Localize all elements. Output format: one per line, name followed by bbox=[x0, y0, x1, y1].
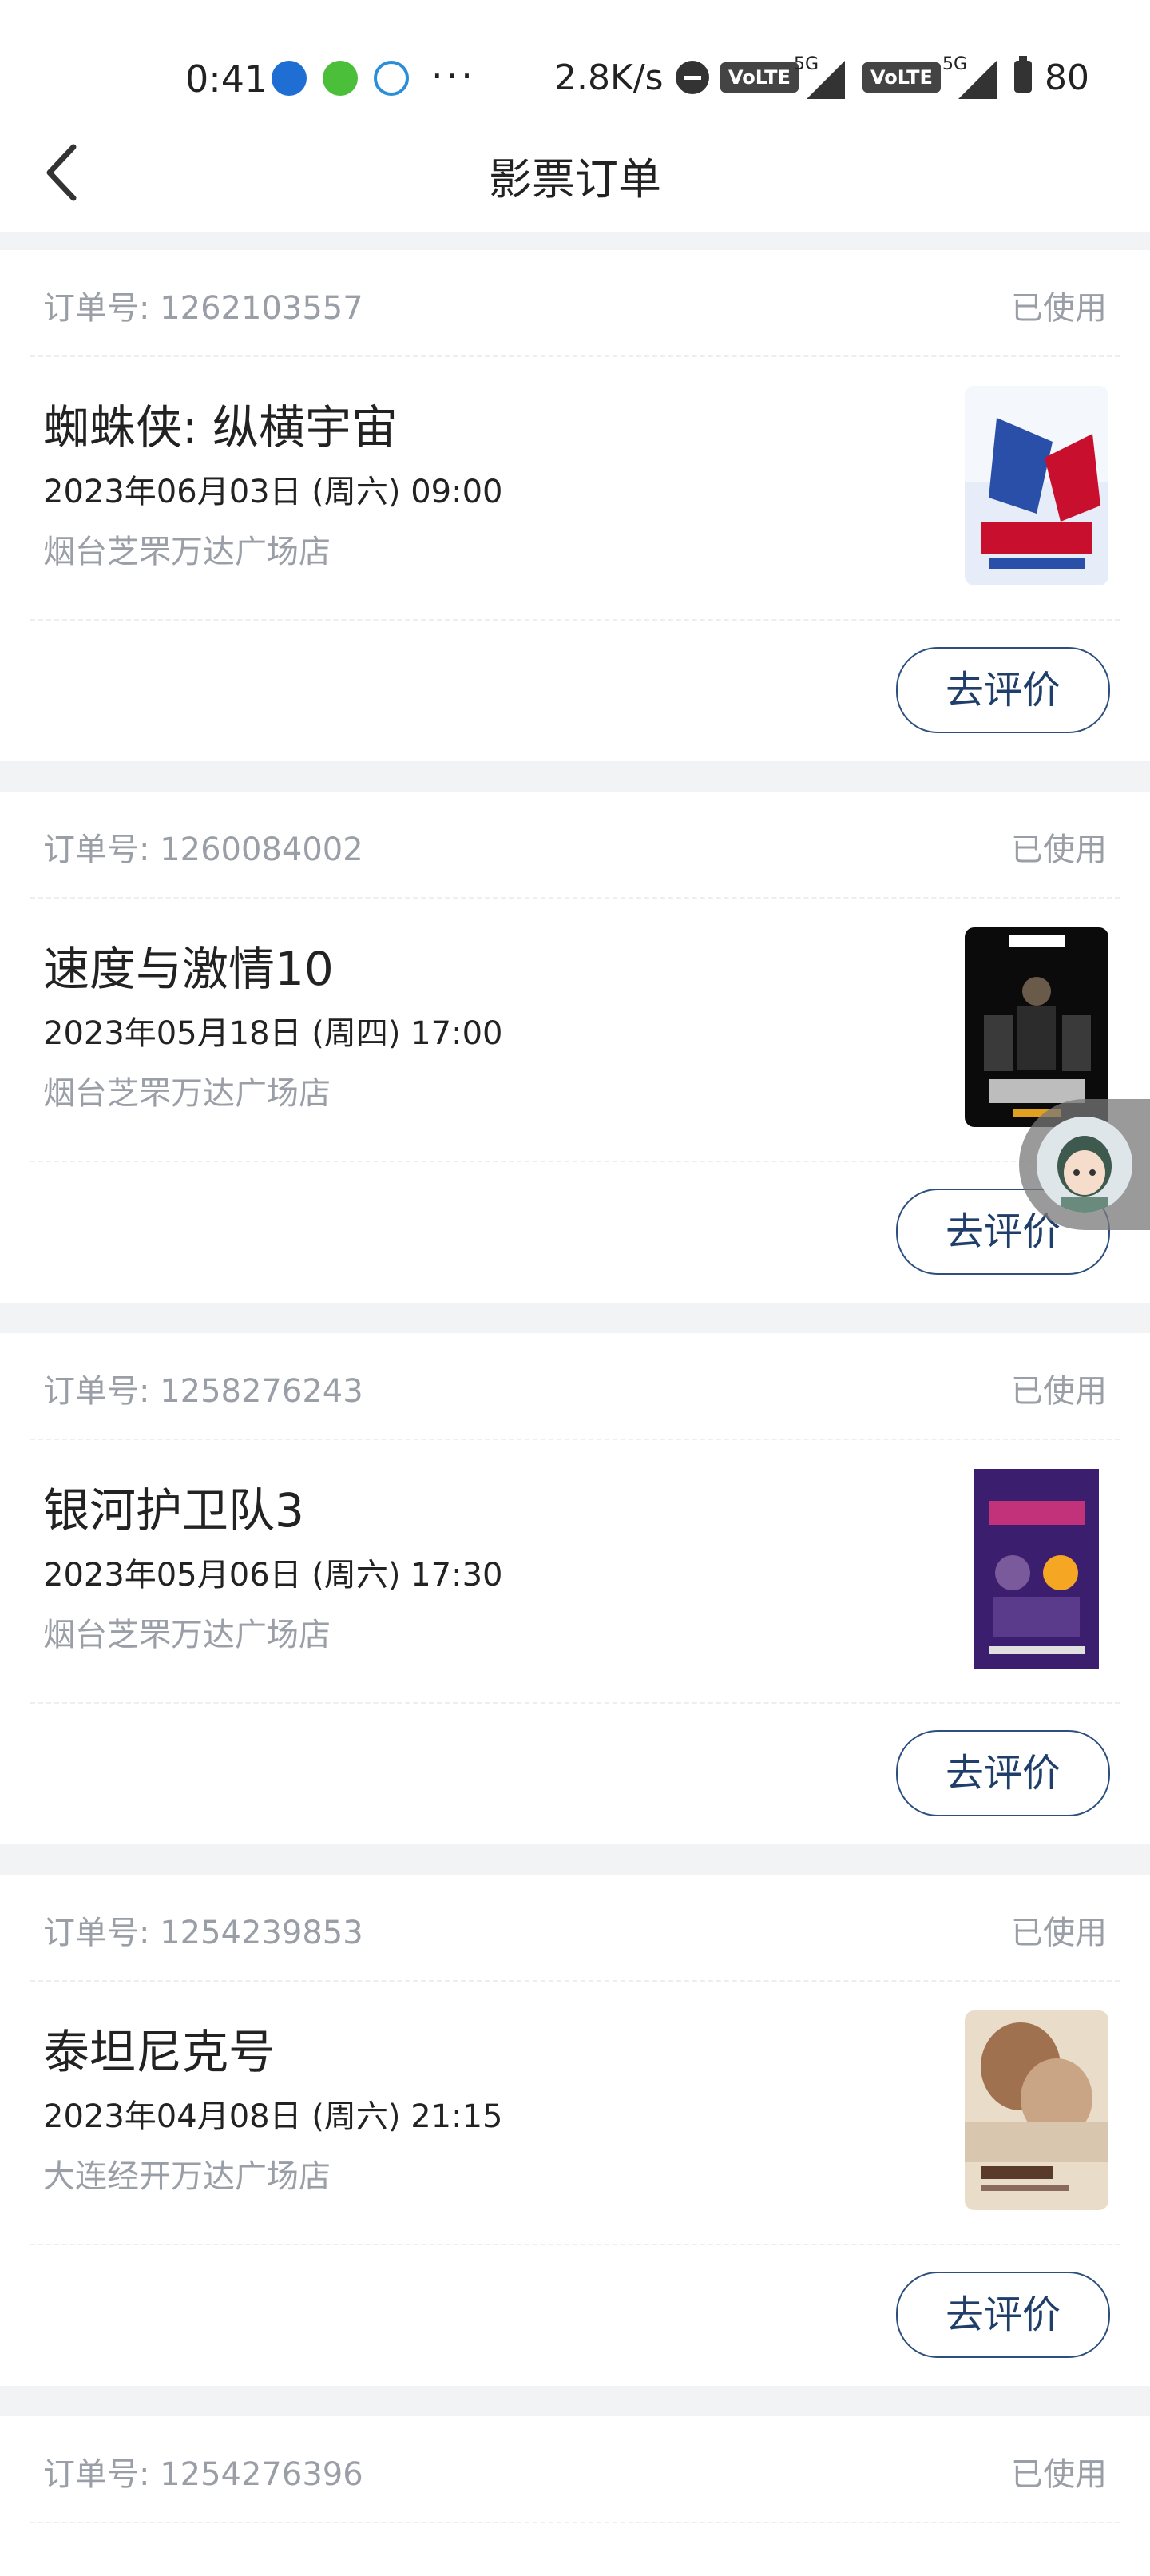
movie-poster bbox=[965, 386, 1108, 585]
shield-app-icon bbox=[272, 61, 307, 96]
cinema-name: 烟台芝罘万达广场店 bbox=[43, 534, 331, 570]
assistant-avatar-icon bbox=[1037, 1117, 1132, 1213]
page-title: 影票订单 bbox=[489, 154, 661, 204]
movie-poster bbox=[965, 2010, 1108, 2210]
order-status: 已使用 bbox=[1011, 1915, 1107, 1951]
order-card[interactable]: 订单号: 1260084002 已使用 速度与激情10 2023年05月18日 … bbox=[0, 792, 1150, 1303]
divider bbox=[30, 2522, 1120, 2523]
network-speed: 2.8K/s bbox=[554, 58, 664, 98]
order-list: 订单号: 1262103557 已使用 蜘蛛侠: 纵横宇宙 2023年06月03… bbox=[0, 250, 1150, 2576]
order-number: 订单号: 1254239853 bbox=[43, 1915, 363, 1951]
divider bbox=[30, 1439, 1120, 1440]
floating-assistant-button[interactable] bbox=[1019, 1099, 1150, 1230]
order-card[interactable]: 订单号: 1254239853 已使用 泰坦尼克号 2023年04月08日 (周… bbox=[0, 1875, 1150, 2386]
divider bbox=[30, 619, 1120, 621]
volte-badge: VoLTE bbox=[720, 62, 799, 93]
order-card[interactable]: 订单号: 1258276243 已使用 银河护卫队3 2023年05月06日 (… bbox=[0, 1333, 1150, 1844]
divider bbox=[30, 2244, 1120, 2245]
movie-poster bbox=[965, 927, 1108, 1127]
showtime: 2023年06月03日 (周六) 09:00 bbox=[43, 474, 503, 510]
top-nav-bar: 影票订单 bbox=[0, 112, 1150, 232]
order-status: 已使用 bbox=[1011, 2456, 1107, 2493]
write-review-button[interactable]: 去评价 bbox=[896, 2272, 1110, 2358]
showtime: 2023年04月08日 (周六) 21:15 bbox=[43, 2098, 503, 2135]
order-header: 订单号: 1254239853 已使用 bbox=[43, 1907, 1107, 1963]
movie-poster bbox=[965, 1469, 1108, 1669]
order-number: 订单号: 1260084002 bbox=[43, 832, 363, 868]
browser-icon bbox=[374, 61, 409, 96]
divider bbox=[30, 355, 1120, 357]
movie-title: 蜘蛛侠: 纵横宇宙 bbox=[43, 400, 398, 454]
order-header: 订单号: 1262103557 已使用 bbox=[43, 282, 1107, 338]
volte-badge: VoLTE bbox=[862, 62, 941, 93]
movie-title: 泰坦尼克号 bbox=[43, 2025, 276, 2079]
battery-icon bbox=[1014, 56, 1032, 93]
signal-icon bbox=[807, 61, 845, 99]
order-card[interactable]: 订单号: 1254276396 已使用 bbox=[0, 2416, 1150, 2576]
wechat-icon bbox=[323, 61, 358, 96]
write-review-button[interactable]: 去评价 bbox=[896, 647, 1110, 733]
order-status: 已使用 bbox=[1011, 832, 1107, 868]
cinema-name: 烟台芝罘万达广场店 bbox=[43, 1075, 331, 1112]
order-header: 订单号: 1254276396 已使用 bbox=[43, 2448, 1107, 2504]
battery-level: 80 bbox=[1045, 58, 1089, 98]
showtime: 2023年05月06日 (周六) 17:30 bbox=[43, 1557, 503, 1594]
signal-icon bbox=[958, 61, 997, 99]
cinema-name: 烟台芝罘万达广场店 bbox=[43, 1617, 331, 1653]
order-header: 订单号: 1260084002 已使用 bbox=[43, 824, 1107, 879]
showtime: 2023年05月18日 (周四) 17:00 bbox=[43, 1015, 503, 1052]
movie-title: 速度与激情10 bbox=[43, 942, 334, 996]
order-status: 已使用 bbox=[1011, 290, 1107, 327]
order-number: 订单号: 1254276396 bbox=[43, 2456, 363, 2493]
write-review-button[interactable]: 去评价 bbox=[896, 1730, 1110, 1816]
movie-title: 银河护卫队3 bbox=[43, 1483, 304, 1538]
divider bbox=[30, 1161, 1120, 1162]
order-header: 订单号: 1258276243 已使用 bbox=[43, 1365, 1107, 1421]
divider bbox=[30, 1980, 1120, 1982]
order-status: 已使用 bbox=[1011, 1373, 1107, 1410]
more-notifications-icon: ··· bbox=[431, 54, 476, 97]
status-time: 0:41 bbox=[185, 58, 268, 101]
divider bbox=[30, 897, 1120, 899]
do-not-disturb-icon bbox=[676, 61, 709, 94]
order-number: 订单号: 1262103557 bbox=[43, 290, 363, 327]
order-number: 订单号: 1258276243 bbox=[43, 1373, 363, 1410]
divider bbox=[30, 1702, 1120, 1704]
cinema-name: 大连经开万达广场店 bbox=[43, 2158, 331, 2195]
order-card[interactable]: 订单号: 1262103557 已使用 蜘蛛侠: 纵横宇宙 2023年06月03… bbox=[0, 250, 1150, 761]
